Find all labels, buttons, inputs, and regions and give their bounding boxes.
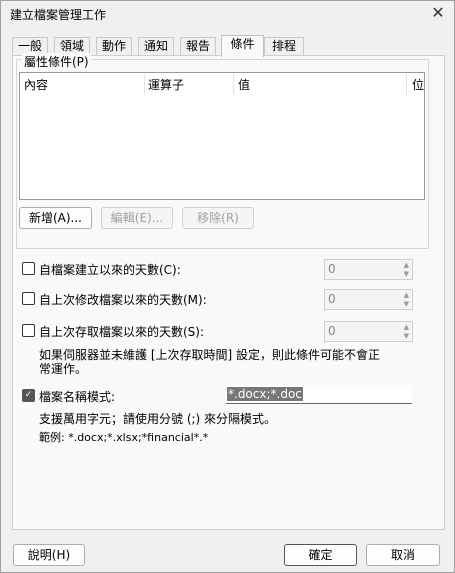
modified-days-label: 自上次修改檔案以來的天數(M): <box>39 293 207 307</box>
column-separator <box>406 75 407 95</box>
property-conditions-label: 屬性條件(P) <box>22 53 91 70</box>
modified-days-checkbox[interactable] <box>22 292 35 305</box>
spin-down-icon[interactable]: ▼ <box>404 332 409 340</box>
tab-report[interactable]: 報告 <box>180 37 216 55</box>
wildcard-hint: 支援萬用字元；請使用分號 (;) 來分隔模式。 <box>39 412 277 426</box>
column-separator <box>233 75 234 95</box>
column-header-property[interactable]: 內容 <box>24 77 48 93</box>
column-separator <box>144 75 145 95</box>
created-days-checkbox[interactable] <box>22 262 35 275</box>
created-days-spinner[interactable]: 0 ▲ ▼ <box>324 259 413 280</box>
created-days-value: 0 <box>328 262 336 276</box>
tab-condition[interactable]: 條件 <box>221 35 264 57</box>
filename-pattern-label: 檔案名稱模式: <box>39 390 116 404</box>
access-time-note: 如果伺服器並未維護 [上次存取時間] 設定，則此條件可能不會正常運作。 <box>39 348 380 376</box>
accessed-days-spinner[interactable]: 0 ▲ ▼ <box>324 321 413 342</box>
spin-up-icon[interactable]: ▲ <box>404 261 409 269</box>
accessed-days-checkbox[interactable] <box>22 324 35 337</box>
tab-action[interactable]: 動作 <box>96 37 132 55</box>
column-header-operator[interactable]: 運算子 <box>148 77 184 93</box>
close-icon[interactable]: ✕ <box>428 3 448 23</box>
modified-days-value: 0 <box>328 292 336 306</box>
spin-down-icon[interactable]: ▼ <box>404 300 409 308</box>
ok-button[interactable]: 確定 <box>284 544 357 566</box>
filename-pattern-value: *.docx;*.doc <box>227 387 303 401</box>
spin-up-icon[interactable]: ▲ <box>404 291 409 299</box>
dialog-title: 建立檔案管理工作 <box>10 8 107 22</box>
column-header-value[interactable]: 值 <box>238 77 250 93</box>
modified-days-spinner[interactable]: 0 ▲ ▼ <box>324 289 413 310</box>
tab-notification[interactable]: 通知 <box>138 37 174 55</box>
add-button[interactable]: 新增(A)... <box>19 207 92 229</box>
accessed-days-value: 0 <box>328 324 336 338</box>
column-header-position[interactable]: 位 <box>412 77 424 93</box>
cancel-button[interactable]: 取消 <box>366 544 440 566</box>
remove-button[interactable]: 移除(R) <box>182 207 254 229</box>
created-days-label: 自檔案建立以來的天數(C): <box>39 263 181 277</box>
tab-schedule[interactable]: 排程 <box>264 37 304 55</box>
spin-up-icon[interactable]: ▲ <box>404 323 409 331</box>
edit-button[interactable]: 編輯(E)... <box>101 207 173 229</box>
filename-pattern-input[interactable]: *.docx;*.doc <box>226 385 412 404</box>
spin-down-icon[interactable]: ▼ <box>404 270 409 278</box>
property-conditions-list[interactable]: 內容 運算子 值 位 <box>19 72 425 200</box>
help-button[interactable]: 說明(H) <box>13 544 85 566</box>
filename-pattern-checkbox[interactable]: ✓ <box>22 389 35 402</box>
pattern-example: 範例: *.docx;*.xlsx;*financial*.* <box>39 431 209 444</box>
accessed-days-label: 自上次存取檔案以來的天數(S): <box>39 325 205 339</box>
